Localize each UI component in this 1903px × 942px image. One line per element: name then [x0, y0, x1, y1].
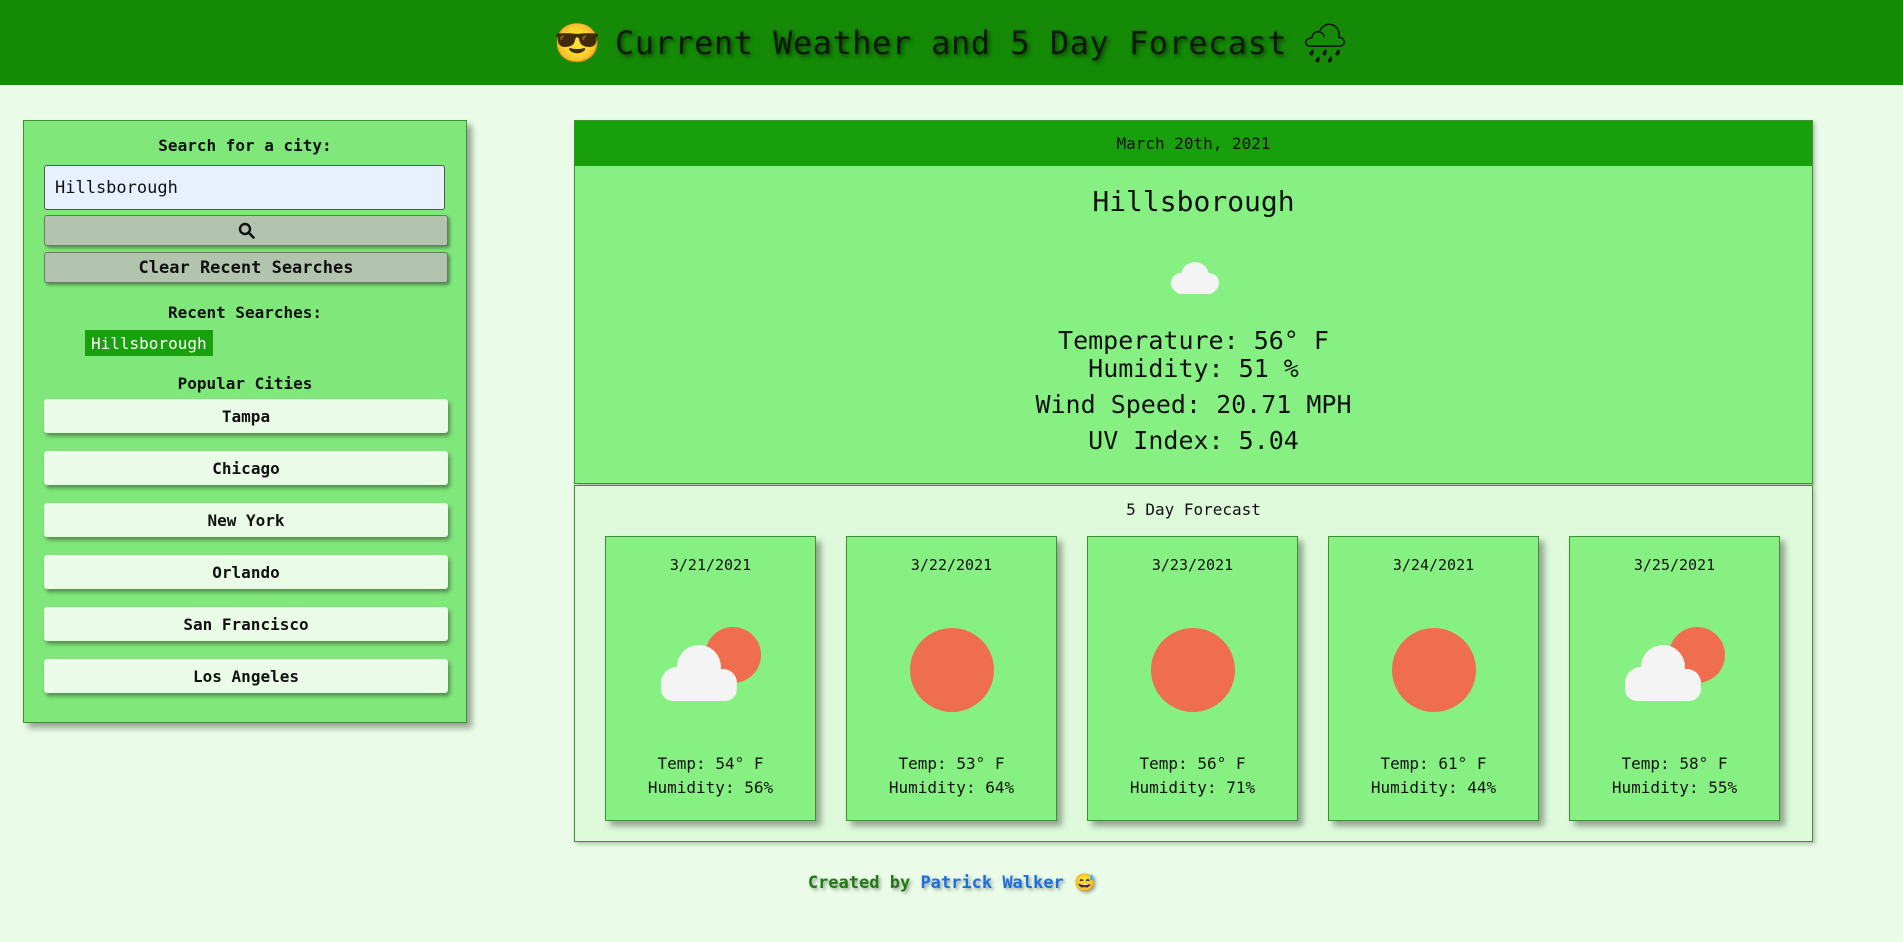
partly-cloudy-icon: [661, 627, 761, 701]
forecast-date: 3/23/2021: [1151, 556, 1234, 574]
sun-icon: [1151, 628, 1235, 712]
city-button-san-francisco[interactable]: San Francisco: [44, 607, 448, 641]
forecast-card: 3/25/2021 Temp: 58° F Humidity: 55%: [1569, 536, 1780, 821]
sunglasses-sun-icon: 😎: [553, 20, 602, 65]
forecast-card: 3/24/2021 Temp: 61° F Humidity: 44%: [1328, 536, 1539, 821]
forecast-temp: Temp: 53° F: [898, 754, 1005, 773]
forecast-humidity: Humidity: 64%: [888, 778, 1015, 797]
sweat-smile-icon: 😅: [1073, 873, 1096, 893]
search-sidebar: Search for a city: Clear Recent Searches…: [23, 120, 467, 723]
forecast-humidity: Humidity: 44%: [1370, 778, 1497, 797]
forecast-humidity: Humidity: 71%: [1129, 778, 1256, 797]
current-humidity: Humidity: 51 %: [1088, 354, 1299, 383]
forecast-humidity: Humidity: 56%: [647, 778, 774, 797]
current-date: March 20th, 2021: [575, 121, 1812, 166]
partly-cloudy-icon: [1625, 627, 1725, 701]
author-link[interactable]: Patrick Walker: [920, 873, 1063, 893]
forecast-temp: Temp: 61° F: [1380, 754, 1487, 773]
forecast-date: 3/24/2021: [1392, 556, 1475, 574]
search-label: Search for a city:: [158, 136, 332, 155]
footer-credit-prefix: Created by: [807, 873, 911, 893]
forecast-temp: Temp: 56° F: [1139, 754, 1246, 773]
rain-cloud-icon: 🌧: [1301, 20, 1350, 65]
current-wind-speed: Wind Speed: 20.71 MPH: [1035, 390, 1352, 419]
cloud-icon: [1171, 262, 1219, 294]
page-title: Current Weather and 5 Day Forecast: [615, 23, 1288, 62]
page-footer: Created by Patrick Walker 😅: [0, 873, 1903, 893]
search-button[interactable]: [44, 215, 448, 246]
forecast-card: 3/22/2021 Temp: 53° F Humidity: 64%: [846, 536, 1057, 821]
recent-searches-label: Recent Searches:: [167, 303, 323, 322]
forecast-date: 3/25/2021: [1633, 556, 1716, 574]
forecast-date: 3/22/2021: [910, 556, 993, 574]
city-button-chicago[interactable]: Chicago: [44, 451, 448, 485]
page-header: 😎 Current Weather and 5 Day Forecast 🌧: [0, 0, 1903, 85]
current-weather-card: March 20th, 2021 Hillsborough Temperatur…: [574, 120, 1813, 484]
current-uv-index: UV Index: 5.04: [1088, 426, 1299, 455]
five-day-forecast: 5 Day Forecast 3/21/2021 Temp: 54° F Hum…: [574, 485, 1813, 842]
city-button-los-angeles[interactable]: Los Angeles: [44, 659, 448, 693]
current-temperature: Temperature: 56° F: [1058, 326, 1329, 355]
city-button-new-york[interactable]: New York: [44, 503, 448, 537]
sun-icon: [1392, 628, 1476, 712]
sun-icon: [910, 628, 994, 712]
forecast-date: 3/21/2021: [669, 556, 752, 574]
forecast-card: 3/21/2021 Temp: 54° F Humidity: 56%: [605, 536, 816, 821]
recent-search-item[interactable]: Hillsborough: [85, 330, 213, 356]
clear-recent-searches-button[interactable]: Clear Recent Searches: [44, 252, 448, 283]
city-button-tampa[interactable]: Tampa: [44, 399, 448, 433]
popular-cities-label: Popular Cities: [177, 374, 313, 393]
forecast-humidity: Humidity: 55%: [1611, 778, 1738, 797]
forecast-temp: Temp: 58° F: [1621, 754, 1728, 773]
current-city: Hillsborough: [1092, 185, 1295, 218]
search-icon: [238, 222, 255, 239]
city-search-input[interactable]: [44, 165, 445, 210]
city-button-orlando[interactable]: Orlando: [44, 555, 448, 589]
forecast-card: 3/23/2021 Temp: 56° F Humidity: 71%: [1087, 536, 1298, 821]
forecast-temp: Temp: 54° F: [657, 754, 764, 773]
forecast-title: 5 Day Forecast: [1126, 500, 1261, 519]
